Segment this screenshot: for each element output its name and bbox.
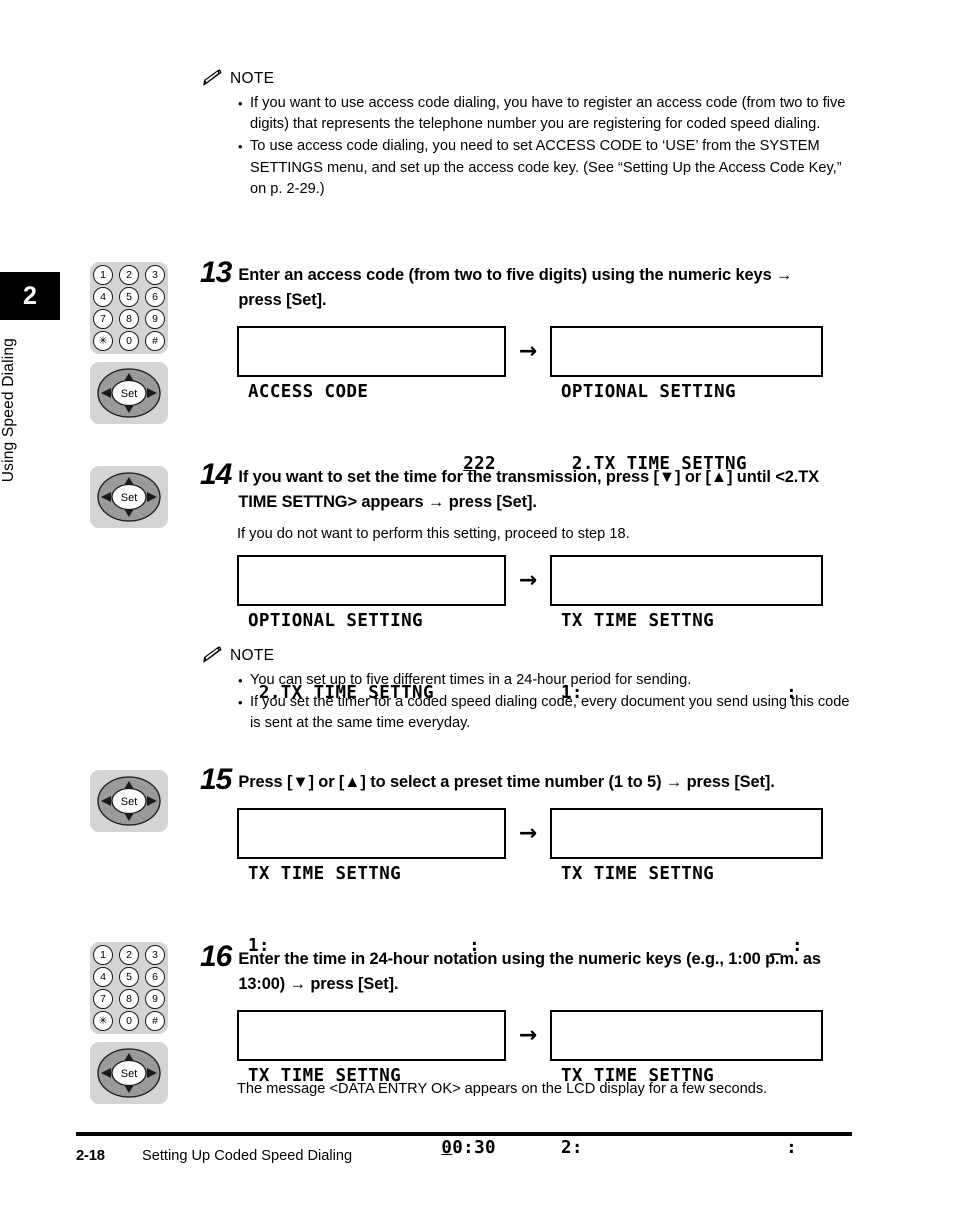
lcd-line-1: ACCESS CODE [248, 382, 369, 402]
note-block-1: NOTE If you want to use access code dial… [200, 68, 860, 201]
set-label: Set [121, 1068, 138, 1080]
note-list: You can set up to five different times i… [237, 669, 862, 735]
keypad-key: 4 [93, 287, 113, 307]
keypad-key: 5 [119, 967, 139, 987]
lcd-display-right: OPTIONAL SETTING 2.TX TIME SETTNG [550, 326, 823, 474]
keypad-key: 2 [119, 265, 139, 285]
step-number: 15 [200, 763, 232, 796]
step-15: 15 Press [▼] or [▲] to select a preset t… [200, 765, 860, 956]
flow-arrow-icon: → [518, 820, 538, 846]
lcd-line-1: TX TIME SETTNG [248, 864, 402, 884]
keypad-key-hash: # [145, 1011, 165, 1031]
footer-section-title: Setting Up Coded Speed Dialing [142, 1148, 353, 1164]
set-navigation-pad-icon: Set [90, 770, 168, 832]
lcd-display-left: ACCESS CODE 222 [237, 326, 506, 474]
set-label: Set [121, 388, 138, 400]
keypad-key: 6 [145, 967, 165, 987]
lcd-line-1: TX TIME SETTNG [561, 611, 715, 631]
footer-info: 2-18 Setting Up Coded Speed Dialing [76, 1148, 852, 1164]
keypad-key: 1 [93, 945, 113, 965]
keypad-key: 4 [93, 967, 113, 987]
lcd-line-1: TX TIME SETTNG [248, 1066, 402, 1086]
step-heading: 13 Enter an access code (from two to fiv… [200, 258, 860, 313]
footer-divider [76, 1132, 852, 1136]
step-instruction: If you want to set the time for the tran… [238, 468, 820, 511]
flow-arrow-icon: → [518, 338, 538, 364]
lcd-display-left: TX TIME SETTNG 1:: [237, 808, 506, 956]
note-item: To use access code dialing, you need to … [237, 136, 857, 200]
keypad-key: 7 [93, 989, 113, 1009]
step-instruction: Enter the time in 24-hour notation using… [238, 950, 821, 993]
keypad-key: 2 [119, 945, 139, 965]
keypad-key: 0 [119, 1011, 139, 1031]
step-number: 13 [200, 256, 232, 289]
step-icon-keypad-13: 1 2 3 4 5 6 7 8 9 ✳ 0 # Set [90, 262, 168, 424]
keypad-key: 1 [93, 265, 113, 285]
note-header: NOTE [200, 68, 860, 88]
pencil-icon [200, 645, 222, 665]
note-block-2: NOTE You can set up to five different ti… [200, 645, 860, 736]
step-16: 16 Enter the time in 24-hour notation us… [200, 942, 860, 1158]
set-label: Set [121, 492, 138, 504]
lcd-line-1: TX TIME SETTNG [561, 864, 715, 884]
keypad-key: 3 [145, 945, 165, 965]
step-instruction: Press [▼] or [▲] to select a preset time… [238, 773, 775, 791]
page-content: NOTE If you want to use access code dial… [0, 0, 954, 1227]
lcd-line-1: OPTIONAL SETTING [248, 611, 423, 631]
note-item: If you set the timer for a coded speed d… [237, 692, 862, 734]
note-item: If you want to use access code dialing, … [237, 92, 857, 135]
note-header: NOTE [200, 645, 860, 665]
footer-page-number: 2-18 [76, 1148, 105, 1164]
keypad-key: 7 [93, 309, 113, 329]
lcd-pair: TX TIME SETTNG 00:30 → TX TIME SETTNG 2:… [237, 1010, 860, 1158]
step-icon-keypad-16: 1 2 3 4 5 6 7 8 9 ✳ 0 # Set [90, 942, 168, 1104]
lcd-pair: OPTIONAL SETTING 2.TX TIME SETTNG → TX T… [237, 555, 860, 703]
page-footer: 2-18 Setting Up Coded Speed Dialing [76, 1132, 852, 1164]
keypad-key-hash: # [145, 331, 165, 351]
step-number: 14 [200, 458, 232, 491]
keypad-key: 8 [119, 309, 139, 329]
step-13: 13 Enter an access code (from two to fiv… [200, 258, 860, 474]
note-label: NOTE [230, 70, 275, 87]
lcd-pair: TX TIME SETTNG 1:: → TX TIME SETTNG _ : [237, 808, 860, 956]
flow-arrow-icon: → [518, 1022, 538, 1048]
step-icon-setpad-14: Set [90, 466, 168, 528]
step-subtext: If you do not want to perform this setti… [237, 526, 630, 542]
keypad-key: 8 [119, 989, 139, 1009]
step-heading: 14 If you want to set the time for the t… [200, 460, 860, 515]
set-label: Set [121, 796, 138, 808]
lcd-display-left: OPTIONAL SETTING 2.TX TIME SETTNG [237, 555, 506, 703]
keypad-key-asterisk: ✳ [93, 331, 113, 351]
numeric-keypad-icon: 1 2 3 4 5 6 7 8 9 ✳ 0 # [90, 942, 168, 1034]
step-number: 16 [200, 940, 232, 973]
step-instruction: Enter an access code (from two to five d… [238, 266, 793, 309]
lcd-display-right: TX TIME SETTNG 2:: [550, 1010, 823, 1158]
lcd-display-right: TX TIME SETTNG 1:: [550, 555, 823, 703]
pencil-icon [200, 68, 222, 88]
keypad-key-asterisk: ✳ [93, 1011, 113, 1031]
note-item: You can set up to five different times i… [237, 669, 862, 691]
step-icon-setpad-15: Set [90, 770, 168, 832]
keypad-key: 3 [145, 265, 165, 285]
set-navigation-pad-icon: Set [90, 466, 168, 528]
keypad-key: 9 [145, 989, 165, 1009]
note-list: If you want to use access code dialing, … [237, 92, 857, 200]
lcd-display-left: TX TIME SETTNG 00:30 [237, 1010, 506, 1158]
note-label: NOTE [230, 647, 275, 664]
lcd-line-1: OPTIONAL SETTING [561, 382, 736, 402]
keypad-key: 0 [119, 331, 139, 351]
lcd-pair: ACCESS CODE 222 → OPTIONAL SETTING 2.TX … [237, 326, 860, 474]
keypad-key: 6 [145, 287, 165, 307]
lcd-display-right: TX TIME SETTNG _ : [550, 808, 823, 956]
set-navigation-pad-icon: Set [90, 362, 168, 424]
flow-arrow-icon: → [518, 567, 538, 593]
keypad-key: 9 [145, 309, 165, 329]
lcd-line-1: TX TIME SETTNG [561, 1066, 715, 1086]
step-14: 14 If you want to set the time for the t… [200, 460, 860, 703]
keypad-key: 5 [119, 287, 139, 307]
set-navigation-pad-icon: Set [90, 1042, 168, 1104]
step-heading: 16 Enter the time in 24-hour notation us… [200, 942, 860, 997]
numeric-keypad-icon: 1 2 3 4 5 6 7 8 9 ✳ 0 # [90, 262, 168, 354]
step-heading: 15 Press [▼] or [▲] to select a preset t… [200, 765, 860, 795]
